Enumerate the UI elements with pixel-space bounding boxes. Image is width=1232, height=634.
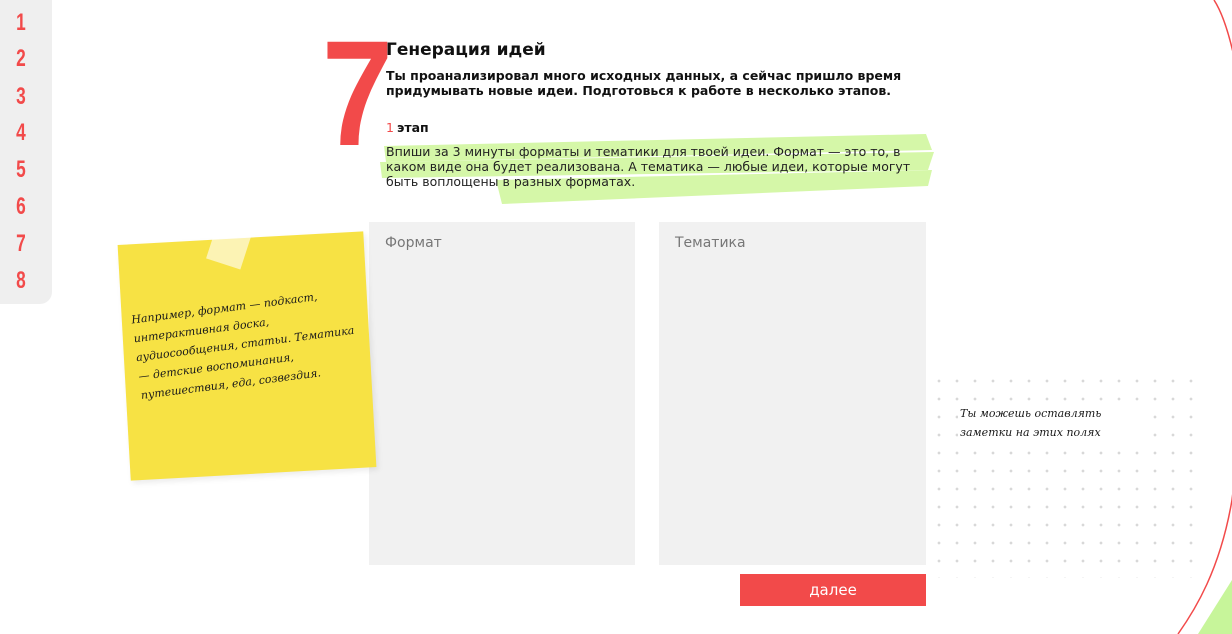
- step-link-1[interactable]: 1: [6, 8, 36, 38]
- dotted-notes-area: [930, 372, 1200, 578]
- topic-field[interactable]: [659, 222, 926, 565]
- side-note-text: Ты можешь оставлять заметки на этих поля…: [958, 404, 1152, 442]
- step-link-6[interactable]: 6: [6, 192, 36, 222]
- step-link-4[interactable]: 4: [6, 118, 36, 148]
- sticky-note-text: Например, формат — подкаст, интерактивна…: [130, 290, 355, 402]
- step-link-3[interactable]: 3: [6, 82, 36, 112]
- format-field[interactable]: [369, 222, 635, 565]
- decor-arc: [1213, 0, 1232, 500]
- step-link-7[interactable]: 7: [6, 229, 36, 259]
- step-link-2[interactable]: 2: [6, 44, 36, 74]
- page-title: Генерация идей: [386, 40, 546, 60]
- intro-text: Ты проанализировал много исходных данных…: [386, 68, 902, 98]
- step-link-8[interactable]: 8: [6, 266, 36, 296]
- sticky-note: Например, формат — подкаст, интерактивна…: [117, 231, 377, 481]
- step-navigation: 1 2 3 4 5 6 7 8: [0, 0, 52, 304]
- next-button[interactable]: далее: [740, 574, 926, 606]
- task-text: Впиши за 3 минуты форматы и тематики для…: [386, 144, 911, 189]
- decor-green-corner: [1198, 580, 1232, 634]
- step-link-5[interactable]: 5: [6, 155, 36, 185]
